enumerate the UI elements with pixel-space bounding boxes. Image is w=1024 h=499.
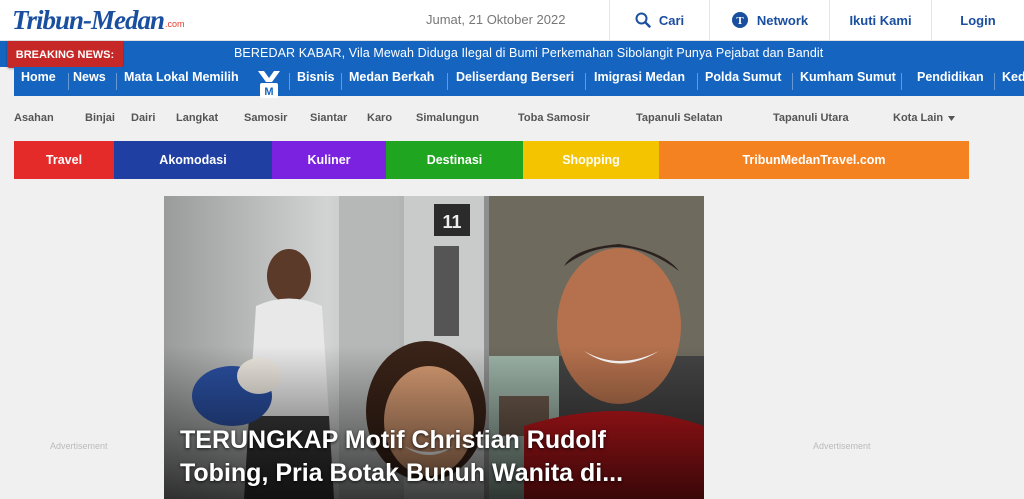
main-nav: Home News Mata Lokal Memilih Bisnis Meda… (14, 67, 1024, 96)
search-button[interactable]: Cari (609, 0, 709, 40)
region-samosir[interactable]: Samosir (244, 112, 287, 124)
login-label: Login (960, 12, 996, 28)
mata-lokal-logo-icon: M (258, 71, 280, 98)
nav-item-polda-sumut[interactable]: Polda Sumut (705, 67, 781, 96)
category-tribunmedantravel[interactable]: TribunMedanTravel.com (659, 141, 969, 179)
ad-label-right: Advertisement (813, 441, 871, 451)
logo-text: Tribun-Medan (12, 4, 165, 35)
region-dairi[interactable]: Dairi (131, 112, 155, 124)
nav-divider (697, 73, 698, 90)
logo-suffix: .com (165, 19, 185, 29)
network-icon: T (731, 12, 748, 28)
region-langkat[interactable]: Langkat (176, 112, 218, 124)
nav-divider (585, 73, 586, 90)
search-icon (635, 12, 651, 28)
region-simalungun[interactable]: Simalungun (416, 112, 479, 124)
nav-item-home[interactable]: Home (21, 67, 56, 96)
region-toba-samosir[interactable]: Toba Samosir (518, 112, 590, 124)
hero-title[interactable]: TERUNGKAP Motif Christian Rudolf Tobing,… (180, 424, 700, 490)
caret-down-icon (948, 115, 956, 121)
nav-divider (901, 73, 902, 90)
nav-divider (116, 73, 117, 90)
nav-item-truncated[interactable]: Ked (1002, 67, 1024, 96)
nav-divider (792, 73, 793, 90)
region-karo[interactable]: Karo (367, 112, 392, 124)
svg-text:M: M (264, 86, 273, 98)
nav-divider (994, 73, 995, 90)
nav-item-imigrasi-medan[interactable]: Imigrasi Medan (594, 67, 685, 96)
category-destinasi[interactable]: Destinasi (386, 141, 523, 179)
region-kota-lain-label: Kota Lain (893, 112, 944, 124)
current-date: Jumat, 21 Oktober 2022 (426, 12, 566, 27)
follow-us-button[interactable]: Ikuti Kami (829, 0, 931, 40)
region-tapanuli-selatan[interactable]: Tapanuli Selatan (636, 112, 723, 124)
nav-item-bisnis[interactable]: Bisnis (297, 67, 335, 96)
nav-divider (447, 73, 448, 90)
category-kuliner[interactable]: Kuliner (272, 141, 386, 179)
nav-item-mata-lokal-memilih[interactable]: Mata Lokal Memilih (124, 67, 239, 96)
nav-divider (289, 73, 290, 90)
follow-us-label: Ikuti Kami (849, 12, 912, 28)
category-akomodasi[interactable]: Akomodasi (114, 141, 272, 179)
login-button[interactable]: Login (931, 0, 1024, 40)
region-kota-lain[interactable]: Kota Lain (893, 112, 956, 124)
svg-text:T: T (736, 15, 744, 27)
region-asahan[interactable]: Asahan (14, 112, 54, 124)
region-tapanuli-utara[interactable]: Tapanuli Utara (773, 112, 849, 124)
nav-item-pendidikan[interactable]: Pendidikan (917, 67, 984, 96)
region-siantar[interactable]: Siantar (310, 112, 347, 124)
nav-item-medan-berkah[interactable]: Medan Berkah (349, 67, 434, 96)
top-nav: Cari T Network Ikuti Kami Login (609, 0, 1024, 40)
nav-item-kumham-sumut[interactable]: Kumham Sumut (800, 67, 896, 96)
region-binjai[interactable]: Binjai (85, 112, 115, 124)
nav-item-deliserdang-berseri[interactable]: Deliserdang Berseri (456, 67, 574, 96)
hero-title-line-2: Tobing, Pria Botak Bunuh Wanita di... (180, 459, 624, 487)
travel-category-bar: Travel Akomodasi Kuliner Destinasi Shopp… (14, 141, 969, 179)
nav-divider (68, 73, 69, 90)
headline-hero[interactable]: 11 TERUNGKAP Motif Christian Rudolf Tobi… (164, 196, 704, 499)
category-shopping[interactable]: Shopping (523, 141, 659, 179)
search-label: Cari (658, 12, 685, 28)
category-travel[interactable]: Travel (14, 141, 114, 179)
network-label: Network (756, 12, 809, 28)
ad-label-left: Advertisement (50, 441, 108, 451)
hero-title-line-1: TERUNGKAP Motif Christian Rudolf (180, 426, 606, 454)
breaking-news-badge: BREAKING NEWS: (7, 41, 123, 68)
site-logo[interactable]: Tribun-Medan .com (12, 2, 185, 38)
nav-item-news[interactable]: News (73, 67, 106, 96)
nav-divider (341, 73, 342, 90)
svg-text:11: 11 (442, 212, 461, 232)
region-nav: Asahan Binjai Dairi Langkat Samosir Sian… (0, 108, 1024, 132)
ticker-headline[interactable]: BEREDAR KABAR, Vila Mewah Diduga Ilegal … (234, 46, 823, 60)
network-button[interactable]: T Network (709, 0, 829, 40)
